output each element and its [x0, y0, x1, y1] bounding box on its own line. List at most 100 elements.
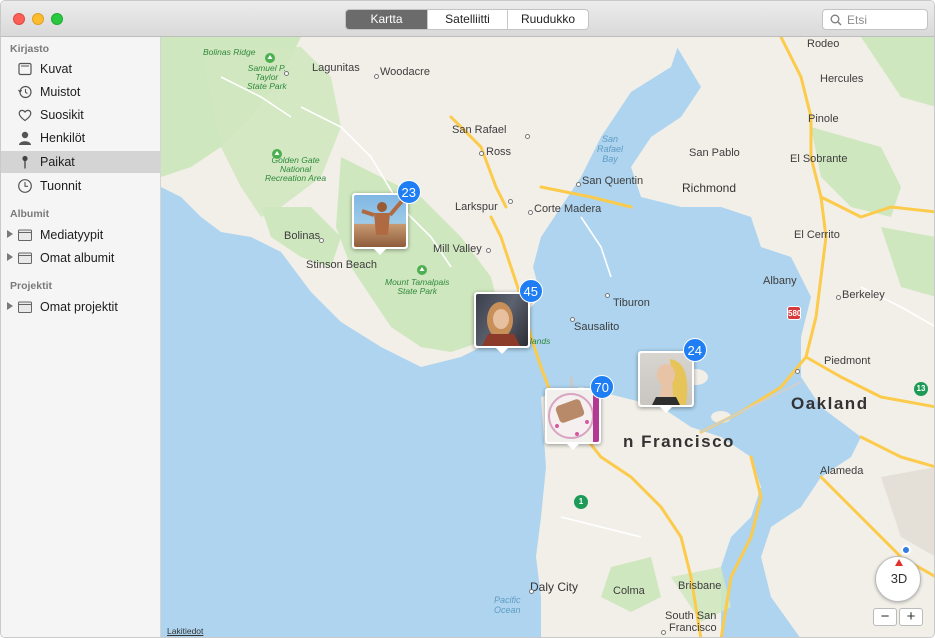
map-label-bolinas-ridge: Bolinas Ridge [203, 47, 256, 57]
town-dot [529, 589, 534, 594]
map-label-san-rafael: San Rafael [452, 124, 507, 136]
town-dot [525, 134, 530, 139]
folder-icon [18, 301, 32, 313]
map-label-alameda: Alameda [820, 465, 864, 477]
map-label-piedmont: Piedmont [824, 355, 871, 367]
map-view[interactable]: Rodeo Hercules Pinole San Pablo El Sobra… [161, 37, 934, 637]
sidebar-item-henkilot[interactable]: Henkilöt [1, 127, 160, 149]
map-label-golden-gate: Golden Gate National Recreation Area [265, 155, 327, 183]
park-icon [265, 53, 275, 63]
map-label-rodeo: Rodeo [807, 38, 840, 50]
minimize-window-button[interactable] [32, 13, 44, 25]
sidebar-item-suosikit[interactable]: Suosikit [1, 104, 160, 126]
highway-13-shield: 13 [914, 382, 928, 396]
map-label-oakland: Oakland [791, 394, 869, 413]
town-dot [374, 74, 379, 79]
close-window-button[interactable] [13, 13, 25, 25]
map-label-san-quentin: San Quentin [582, 175, 644, 187]
sidebar-item-label: Paikat [40, 155, 75, 169]
legal-link[interactable]: Lakitiedot [167, 626, 203, 636]
map-label-pacific-ocean: Pacific Ocean [494, 595, 521, 615]
search-field[interactable] [822, 9, 928, 30]
map-label-lands: lands [530, 336, 551, 346]
photo-thumbnail-food-plate [547, 390, 599, 442]
town-dot [508, 199, 513, 204]
map-label-larkspur: Larkspur [455, 201, 498, 213]
heart-icon [18, 109, 32, 122]
sidebar-item-paikat[interactable]: Paikat [1, 151, 160, 173]
park-icon [417, 265, 427, 275]
tab-satelliitti[interactable]: Satelliitti [428, 10, 508, 29]
photo-pin[interactable]: 24 [638, 338, 707, 413]
town-dot [836, 295, 841, 300]
map-label-tiburon: Tiburon [613, 297, 650, 309]
map-label-san-francisco: n Francisco [623, 432, 735, 451]
disclosure-triangle-icon[interactable] [7, 230, 13, 238]
search-icon [830, 14, 842, 26]
map-label-samuel-taylor: Samuel P. Taylor State Park [247, 63, 287, 91]
photo-thumbnail-woman-portrait [476, 294, 528, 346]
compass-label: 3D [890, 571, 908, 586]
sidebar-item-label: Tuonnit [40, 179, 82, 193]
map-label-hercules: Hercules [820, 73, 864, 85]
photo-count-badge: 45 [518, 279, 543, 303]
zoom-out-button[interactable]: − [873, 608, 897, 626]
person-icon [19, 131, 31, 145]
town-dot [528, 210, 533, 215]
tab-ruudukko[interactable]: Ruudukko [508, 10, 588, 29]
town-dot [486, 248, 491, 253]
section-header-albums: Albumit [10, 208, 50, 220]
sidebar-item-label: Muistot [40, 85, 81, 99]
map-label-san-rafael-bay: San Rafael Bay [597, 134, 624, 164]
town-dot [661, 630, 666, 635]
sidebar-item-label: Henkilöt [40, 131, 86, 145]
sidebar-item-tuonnit[interactable]: Tuonnit [1, 175, 160, 197]
sidebar-item-label: Kuvat [40, 62, 72, 76]
folder-icon [18, 252, 32, 264]
town-dot [284, 71, 289, 76]
interstate-580-shield: 580 [787, 306, 801, 320]
map-label-brisbane: Brisbane [678, 580, 722, 592]
sidebar-item-mediatyypit[interactable]: Mediatyypit [1, 224, 160, 246]
compass-needle-icon [895, 559, 903, 566]
map-label-lagunitas: Lagunitas [312, 62, 360, 74]
map-label-stinson-beach: Stinson Beach [306, 259, 377, 271]
map-label-mount-tam: Mount Tamalpais State Park [385, 277, 450, 296]
town-dot [605, 293, 610, 298]
map-label-mill-valley: Mill Valley [433, 243, 482, 255]
toolbar: Kartta Satelliitti Ruudukko [1, 1, 934, 37]
photo-count-badge: 70 [589, 375, 614, 399]
disclosure-triangle-icon[interactable] [7, 253, 13, 261]
search-input[interactable] [847, 12, 925, 27]
compass-3d-button[interactable]: 3D [875, 556, 921, 602]
pin-icon [22, 155, 28, 169]
map-label-south-san: South San [665, 610, 717, 622]
town-dot [319, 238, 324, 243]
photo-thumbnail-woman-profile [640, 353, 692, 405]
photos-icon [18, 62, 32, 76]
photo-pin[interactable]: 70 [545, 375, 614, 450]
sidebar-item-kuvat[interactable]: Kuvat [1, 58, 160, 80]
disclosure-triangle-icon[interactable] [7, 302, 13, 310]
sidebar: Kirjasto Kuvat Muistot Suosikit Henkilöt… [1, 37, 161, 637]
zoom-in-button[interactable]: + [899, 608, 923, 626]
photo-pin[interactable]: 45 [474, 279, 543, 354]
zoom-window-button[interactable] [51, 13, 63, 25]
park-icon [272, 149, 282, 159]
sidebar-item-omat-projektit[interactable]: Omat projektit [1, 296, 160, 318]
photo-pin[interactable]: 23 [352, 180, 421, 255]
tab-kartta[interactable]: Kartta [346, 10, 428, 29]
photo-thumbnail-person-swimming [354, 195, 406, 247]
memories-icon [18, 85, 32, 99]
photos-window: Kartta Satelliitti Ruudukko Kirjasto Kuv… [0, 0, 935, 638]
section-header-projects: Projektit [10, 280, 53, 292]
sidebar-item-muistot[interactable]: Muistot [1, 81, 160, 103]
map-label-albany: Albany [763, 275, 797, 287]
map-label-el-cerrito: El Cerrito [794, 229, 840, 241]
map-label-pinole: Pinole [808, 113, 839, 125]
sidebar-item-omat-albumit[interactable]: Omat albumit [1, 247, 160, 269]
map-label-richmond: Richmond [682, 181, 737, 195]
map-view-segmented-control: Kartta Satelliitti Ruudukko [345, 9, 589, 30]
sidebar-item-label: Omat albumit [40, 251, 115, 265]
section-header-library: Kirjasto [10, 43, 50, 55]
